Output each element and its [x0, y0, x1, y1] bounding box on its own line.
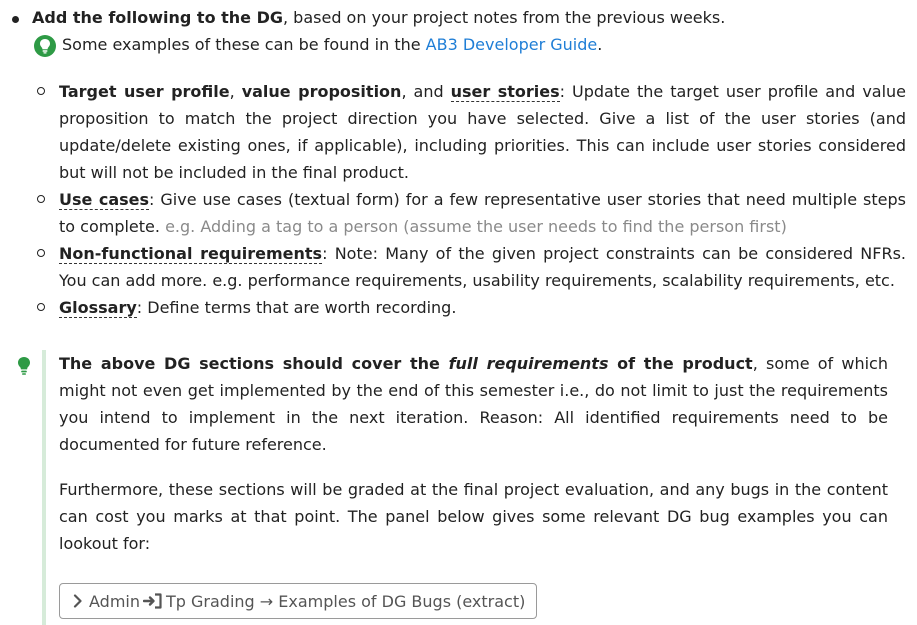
tip-line-text: Some examples of these can be found in t…	[62, 35, 421, 54]
item-example: e.g. Adding a tag to a person (assume th…	[165, 217, 787, 236]
login-icon	[143, 593, 163, 609]
term-value-proposition: value proposition	[241, 82, 402, 101]
bullet-dot	[12, 16, 19, 23]
separator: ,	[229, 82, 242, 101]
main-bullet-section: Add the following to the DG, based on yo…	[0, 6, 910, 57]
term-nfr-tooltip[interactable]: Non-functional requirements	[59, 244, 323, 264]
term-use-cases-tooltip[interactable]: Use cases	[59, 190, 150, 210]
tip-line-end: .	[597, 35, 603, 54]
term-target-user-profile: Target user profile	[59, 82, 230, 101]
dg-bugs-panel-button[interactable]: Admin Tp Grading → Examples of DG Bugs (…	[59, 583, 537, 619]
term-user-stories-tooltip[interactable]: user stories	[450, 82, 560, 102]
list-item-nfr: Non-functional requirements: Note: Many …	[0, 240, 906, 294]
tip-bold-em: full requirements	[448, 354, 609, 373]
tip-paragraph-1: The above DG sections should cover the f…	[59, 350, 888, 458]
list-item-target-user-profile: Target user profile, value proposition, …	[0, 78, 906, 186]
panel-admin-label: Admin	[89, 591, 140, 611]
tip-box-bar	[42, 350, 46, 625]
dg-sections-list: Target user profile, value proposition, …	[0, 78, 906, 321]
tip-paragraph-2: Furthermore, these sections will be grad…	[59, 480, 888, 553]
separator: , and	[401, 82, 451, 101]
lightbulb-icon	[17, 356, 31, 376]
tip-bold-a: The above DG sections should cover the	[59, 354, 449, 373]
tip-line: Some examples of these can be found in t…	[0, 33, 910, 57]
chevron-right-icon	[73, 594, 83, 608]
term-glossary-tooltip[interactable]: Glossary	[59, 298, 137, 318]
main-bullet-bold: Add the following to the DG	[32, 8, 283, 27]
dg-instructions-page: Add the following to the DG, based on yo…	[0, 0, 917, 625]
tip-box-content: The above DG sections should cover the f…	[59, 350, 888, 557]
panel-title: Tp Grading → Examples of DG Bugs (extrac…	[166, 591, 526, 611]
lightbulb-icon	[34, 35, 56, 57]
tip-bold-b: of the product	[608, 354, 753, 373]
item-body: : Define terms that are worth recording.	[136, 298, 457, 317]
ab3-developer-guide-link[interactable]: AB3 Developer Guide	[426, 35, 598, 54]
list-circle-marker	[37, 249, 45, 257]
list-circle-marker	[37, 303, 45, 311]
list-item-glossary: Glossary: Define terms that are worth re…	[0, 294, 906, 321]
list-item-use-cases: Use cases: Give use cases (textual form)…	[0, 186, 906, 240]
list-circle-marker	[37, 195, 45, 203]
main-bullet: Add the following to the DG, based on yo…	[0, 6, 910, 30]
list-circle-marker	[37, 87, 45, 95]
main-bullet-rest: , based on your project notes from the p…	[283, 8, 726, 27]
